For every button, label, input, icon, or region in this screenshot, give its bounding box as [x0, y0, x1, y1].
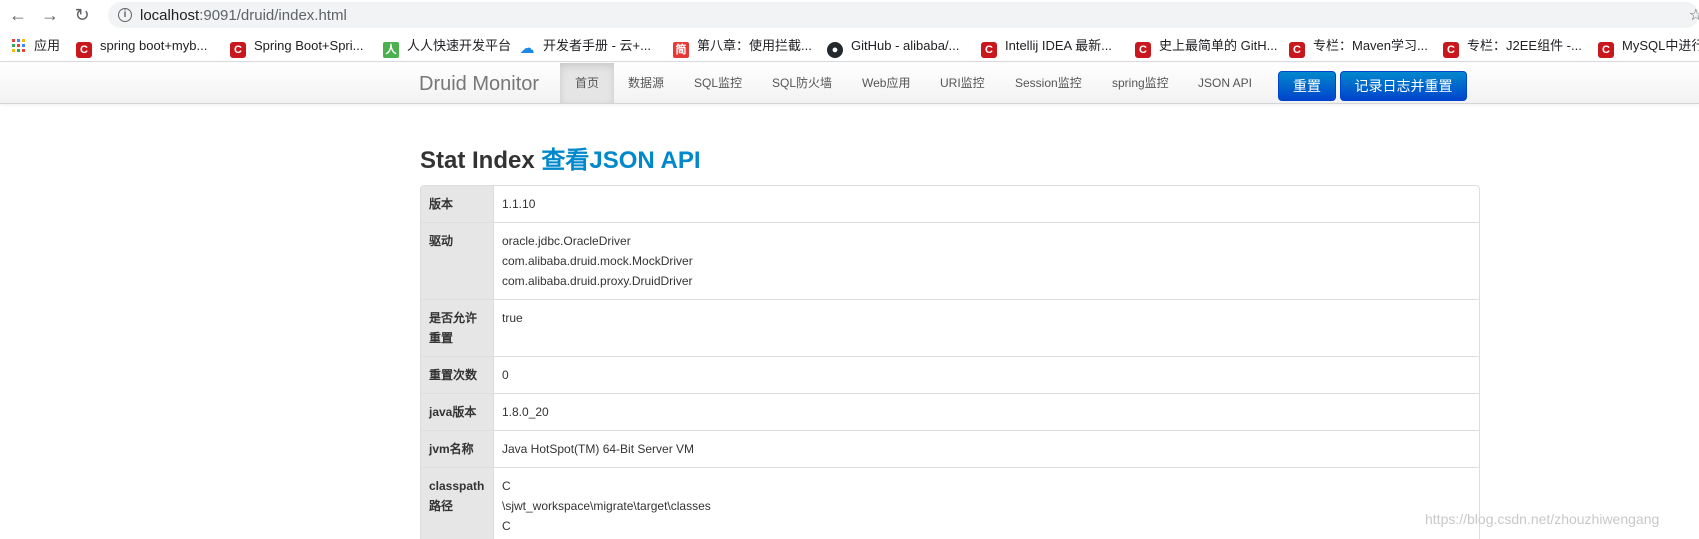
bookmark-item[interactable]: C Intellij IDEA 最新...: [981, 37, 1112, 58]
apps-grid-icon: [12, 39, 26, 53]
bookmark-item[interactable]: 人人人快速开发平台: [383, 37, 512, 58]
value-line: Java HotSpot(TM) 64-Bit Server VM: [502, 442, 695, 456]
url-text[interactable]: localhost:9091/druid/index.html: [140, 7, 347, 24]
page-title: Stat Index 查看JSON API: [420, 140, 701, 175]
row-value: 1.1.10: [494, 186, 1479, 222]
bookmark-label: GitHub - alibaba/...: [851, 38, 960, 53]
row-key: classpath路径: [421, 467, 494, 539]
bookmark-label: 第八章：使用拦截...: [697, 38, 812, 53]
value-line: oracle.jdbc.OracleDriver: [502, 234, 631, 248]
csdn-icon: C: [1289, 42, 1305, 58]
forward-arrow-icon[interactable]: →: [38, 3, 62, 27]
row-value: C \sjwt_workspace\migrate\target\classes C: [494, 467, 1479, 539]
value-line: com.alibaba.druid.proxy.DruidDriver: [502, 274, 693, 288]
github-icon: ●: [827, 42, 843, 58]
bookmark-item[interactable]: ☁ 开发者手册 - 云+...: [519, 37, 651, 57]
table-row: 版本 1.1.10: [421, 186, 1479, 222]
value-line: C: [502, 519, 511, 533]
log-and-reset-button[interactable]: 记录日志并重置: [1340, 71, 1467, 101]
row-key: jvm名称: [421, 430, 494, 467]
bookmark-label: Intellij IDEA 最新...: [1005, 38, 1112, 53]
bookmark-item[interactable]: Cspring boot+myb...: [76, 37, 208, 58]
row-key: 驱动: [421, 222, 494, 299]
row-key: java版本: [421, 393, 494, 430]
csdn-icon: C: [1135, 42, 1151, 58]
row-value: 0: [494, 356, 1479, 393]
value-line: C: [502, 479, 511, 493]
nav-spring-monitor[interactable]: spring监控: [1112, 63, 1169, 103]
table-row: 驱动 oracle.jdbc.OracleDriver com.alibaba.dr…: [421, 222, 1479, 299]
csdn-icon: C: [76, 42, 92, 58]
nav-sql-monitor[interactable]: SQL监控: [694, 63, 742, 103]
bookmark-label: 人人快速开发平台: [407, 38, 512, 53]
bookmark-label: MySQL中进行: [1622, 38, 1699, 53]
table-row: 是否允许重置 true: [421, 299, 1479, 356]
nav-session-monitor[interactable]: Session监控: [1015, 63, 1082, 103]
browser-toolbar: ← → ↻ i localhost:9091/druid/index.html …: [0, 0, 1699, 30]
value-line: 1.8.0_20: [502, 405, 549, 419]
value-line: true: [502, 311, 523, 325]
bookmark-label: 专栏：Maven学习...: [1313, 38, 1428, 53]
table-row: java版本 1.8.0_20: [421, 393, 1479, 430]
bookmark-item[interactable]: 简第八章：使用拦截...: [673, 37, 812, 58]
bookmarks-bar: 应用 Cspring boot+myb... C Spring Boot+Spri…: [0, 30, 1699, 62]
table-row: 重置次数 0: [421, 356, 1479, 393]
bookmark-label: 开发者手册 - 云+...: [543, 38, 651, 53]
bookmark-apps[interactable]: 应用: [12, 37, 60, 55]
row-value: Java HotSpot(TM) 64-Bit Server VM: [494, 430, 1479, 467]
info-icon[interactable]: i: [118, 8, 132, 22]
bookmark-star-icon[interactable]: ☆: [1689, 5, 1699, 25]
bookmark-item[interactable]: C 专栏：Maven学习...: [1289, 37, 1428, 58]
table-row: jvm名称 Java HotSpot(TM) 64-Bit Server VM: [421, 430, 1479, 467]
nav-home[interactable]: 首页: [560, 63, 614, 103]
value-line: \sjwt_workspace\migrate\target\classes: [502, 499, 711, 513]
csdn-icon: C: [981, 42, 997, 58]
bookmark-label: 应用: [34, 38, 61, 53]
bookmark-label: 专栏：J2EE组件 -...: [1467, 38, 1582, 53]
druid-navbar: Druid Monitor 首页 数据源 SQL监控 SQL防火墙 Web应用 …: [0, 63, 1699, 104]
row-value: true: [494, 299, 1479, 356]
nav-datasource[interactable]: 数据源: [628, 63, 664, 103]
page-title-text: Stat Index: [420, 147, 535, 174]
nav-uri-monitor[interactable]: URI监控: [940, 63, 985, 103]
bookmark-item[interactable]: C 史上最简单的 GitH...: [1135, 37, 1278, 58]
row-value: 1.8.0_20: [494, 393, 1479, 430]
jianshu-icon: 简: [673, 42, 689, 58]
json-api-link[interactable]: 查看JSON API: [541, 147, 700, 174]
reload-icon[interactable]: ↻: [70, 3, 94, 27]
bookmark-item[interactable]: ● GitHub - alibaba/...: [827, 37, 960, 58]
nav-json-api[interactable]: JSON API: [1198, 63, 1252, 103]
value-line: com.alibaba.druid.mock.MockDriver: [502, 254, 693, 268]
bookmark-label: spring boot+myb...: [100, 38, 208, 53]
bookmark-label: Spring Boot+Spri...: [254, 38, 364, 53]
value-line: 0: [502, 368, 509, 382]
nav-web-app[interactable]: Web应用: [862, 63, 910, 103]
stat-table: 版本 1.1.10 驱动 oracle.jdbc.OracleDriver com.al…: [420, 185, 1480, 539]
csdn-icon: C: [230, 42, 246, 58]
bookmark-item[interactable]: C MySQL中进行: [1598, 37, 1699, 58]
reset-button[interactable]: 重置: [1278, 71, 1336, 101]
csdn-icon: C: [1598, 42, 1614, 58]
cloud-icon: ☁: [519, 40, 535, 57]
row-key: 重置次数: [421, 356, 494, 393]
brand-title[interactable]: Druid Monitor: [419, 73, 539, 96]
bookmark-item[interactable]: C 专栏：J2EE组件 -...: [1443, 37, 1582, 58]
row-value: oracle.jdbc.OracleDriver com.alibaba.drui…: [494, 222, 1479, 299]
bookmark-label: 史上最简单的 GitH...: [1159, 38, 1278, 53]
row-key: 是否允许重置: [421, 299, 494, 356]
nav-sql-firewall[interactable]: SQL防火墙: [772, 63, 832, 103]
renren-icon: 人: [383, 42, 399, 58]
back-arrow-icon[interactable]: ←: [6, 3, 30, 27]
bookmark-item[interactable]: C Spring Boot+Spri...: [230, 37, 364, 58]
table-row: classpath路径 C \sjwt_workspace\migrate\targ…: [421, 467, 1479, 539]
watermark: https://blog.csdn.net/zhouzhiwengang: [1425, 511, 1660, 527]
value-line: 1.1.10: [502, 197, 536, 211]
csdn-icon: C: [1443, 42, 1459, 58]
address-bar[interactable]: i localhost:9091/druid/index.html ☆: [108, 2, 1699, 28]
row-key: 版本: [421, 186, 494, 222]
